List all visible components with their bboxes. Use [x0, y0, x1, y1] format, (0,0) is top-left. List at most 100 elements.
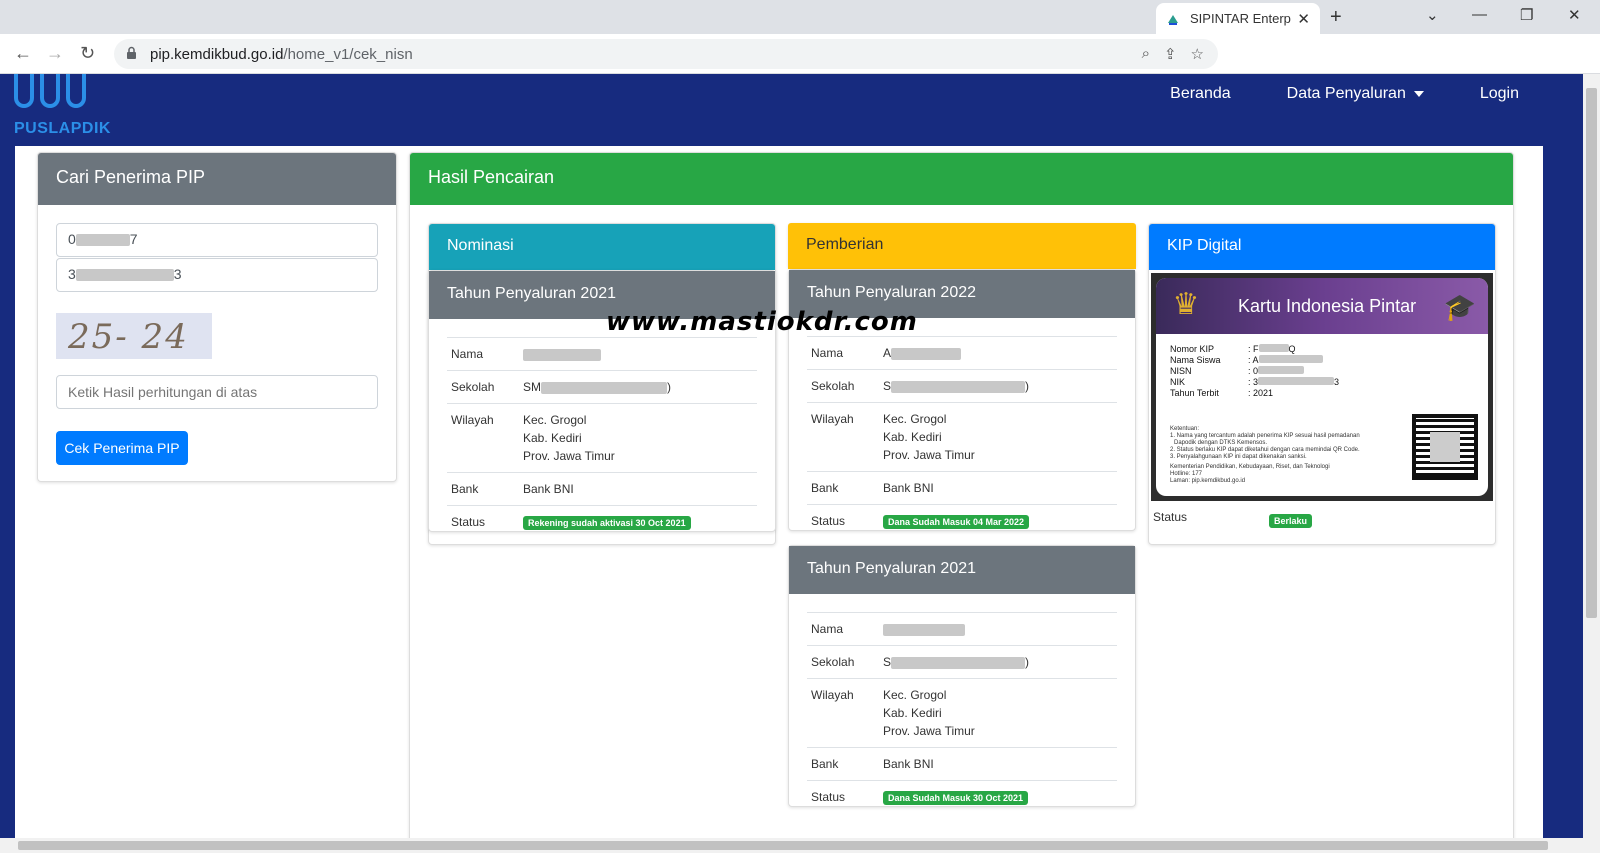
kip-value: : 0: [1248, 366, 1259, 376]
value-sekolah: S): [879, 369, 1117, 403]
kip-label: Tahun Terbit: [1170, 388, 1219, 398]
vertical-scrollbar[interactable]: [1583, 74, 1600, 838]
close-window-icon[interactable]: ✕: [1568, 6, 1581, 24]
label-status: Status: [807, 504, 879, 537]
sipintar-favicon-icon: [1166, 12, 1180, 26]
bookmark-star-icon[interactable]: ☆: [1191, 45, 1204, 63]
pemberian-2022-table: Nama A Sekolah S) Wilayah Kec. Grogol Kab. K…: [807, 336, 1117, 537]
kip-note: 3. Penyalahgunaan KIP ini dapat dikenaka…: [1170, 454, 1307, 460]
redacted-block: [1258, 366, 1305, 374]
cek-penerima-button[interactable]: Cek Penerima PIP: [56, 431, 188, 465]
sekolah-suffix: ): [1025, 655, 1030, 669]
pemberian-header: Pemberian: [788, 223, 1136, 269]
label-wilayah: Wilayah: [447, 403, 519, 473]
browser-tabstrip: SIPINTAR Enterpri ✕ + ⌄ — ❐ ✕: [0, 0, 1600, 34]
kip-note: 1. Nama yang tercantum adalah penerima K…: [1170, 433, 1360, 439]
table-row: Nama A: [807, 336, 1117, 370]
watermark-text: www.mastiokdr.com: [606, 307, 918, 337]
captcha-answer-input[interactable]: [56, 375, 378, 409]
nominasi-info-table: Nama Sekolah SM) Wilayah Kec. Grogol Kab. K…: [447, 337, 757, 538]
zoom-icon[interactable]: ⌕: [1142, 45, 1150, 63]
pemberian-2021-card: Tahun Penyaluran 2021 Nama Sekolah S) Wil…: [788, 545, 1136, 813]
sekolah-prefix: S: [883, 655, 892, 669]
captcha-image: 25- 24: [56, 313, 212, 359]
tab-search-icon[interactable]: ⌄: [1426, 6, 1439, 24]
nav-login[interactable]: Login: [1452, 84, 1583, 104]
table-row: Status Dana Sudah Masuk 30 Oct 2021: [807, 780, 1117, 813]
sekolah-suffix: ): [1025, 379, 1030, 393]
kip-value: : 3: [1248, 377, 1259, 387]
label-status: Status: [807, 780, 879, 813]
maximize-icon[interactable]: ❐: [1520, 6, 1533, 24]
wilayah-prov: Prov. Jawa Timur: [883, 724, 975, 738]
horizontal-scroll-thumb[interactable]: [18, 841, 1548, 850]
vertical-scroll-thumb[interactable]: [1586, 88, 1597, 618]
kip-label: NIK: [1170, 377, 1186, 387]
kip-row: Tahun Terbit : 2021: [1170, 388, 1339, 399]
kip-status-value: Berlaku: [1269, 511, 1313, 529]
reload-icon[interactable]: ↻: [80, 43, 95, 64]
nav-data-penyaluran-label: Data Penyaluran: [1286, 85, 1406, 102]
wilayah-prov: Prov. Jawa Timur: [523, 449, 615, 463]
value-wilayah: Kec. Grogol Kab. Kediri Prov. Jawa Timur: [519, 403, 757, 473]
puslapdik-logo[interactable]: PUSLAPDIK: [14, 74, 111, 140]
kip-note: Dapodik dengan DTKS Kemensos.: [1174, 440, 1268, 446]
nav-beranda[interactable]: Beranda: [1142, 84, 1259, 104]
nisn-suffix: 7: [129, 231, 138, 247]
horizontal-scrollbar[interactable]: [0, 838, 1600, 853]
kip-row: Nomor KIP: F Q: [1170, 344, 1339, 355]
value-status: Rekening sudah aktivasi 30 Oct 2021: [519, 505, 757, 538]
value-wilayah: Kec. Grogol Kab. Kediri Prov. Jawa Timur: [879, 402, 1117, 472]
page-viewport: PUSLAPDIK Beranda Data Penyaluran Login …: [0, 74, 1583, 838]
forward-icon[interactable]: →: [46, 43, 64, 64]
value-bank: Bank BNI: [879, 747, 1117, 781]
nominasi-header: Nominasi: [429, 224, 775, 270]
kip-note: Hotline: 177: [1170, 471, 1203, 477]
table-row: Sekolah S): [807, 645, 1117, 679]
browser-tab[interactable]: SIPINTAR Enterpri ✕: [1156, 3, 1320, 34]
redacted-block: [1258, 355, 1323, 363]
value-sekolah: SM): [519, 370, 757, 404]
main-menu: Beranda Data Penyaluran Login: [1142, 84, 1583, 104]
close-tab-icon[interactable]: ✕: [1297, 10, 1310, 28]
kip-row: Nama Siswa: A: [1170, 355, 1339, 366]
kip-value: : 2021: [1248, 388, 1274, 398]
nisn-input[interactable]: 07: [56, 223, 378, 257]
kip-row: NISN: 0: [1170, 366, 1339, 377]
redacted-block: [75, 234, 130, 247]
qr-code-icon: [1412, 414, 1478, 480]
back-icon[interactable]: ←: [14, 43, 32, 64]
nisn-prefix: 0: [68, 231, 76, 247]
redacted-block: [541, 381, 667, 394]
garuda-emblem-icon: ♛: [1172, 288, 1200, 321]
nik-input[interactable]: 33: [56, 258, 378, 292]
nominasi-card: Nominasi Tahun Penyaluran 2021 Nama Seko…: [428, 223, 776, 545]
table-row: Wilayah Kec. Grogol Kab. Kediri Prov. Jawa …: [447, 403, 757, 473]
nav-data-penyaluran[interactable]: Data Penyaluran: [1259, 84, 1452, 104]
table-row: Wilayah Kec. Grogol Kab. Kediri Prov. Jawa …: [807, 678, 1117, 748]
label-nama: Nama: [807, 612, 879, 646]
wilayah-kec: Kec. Grogol: [523, 413, 587, 427]
logo-mark-icon: [14, 74, 94, 110]
value-status: Dana Sudah Masuk 04 Mar 2022: [879, 504, 1117, 537]
wilayah-kec: Kec. Grogol: [883, 412, 947, 426]
label-bank: Bank: [447, 472, 519, 506]
address-bar[interactable]: pip.kemdikbud.go.id/home_v1/cek_nisn ⌕ ⇪…: [114, 39, 1218, 69]
table-row: Nama: [807, 612, 1117, 646]
redacted-block: [891, 347, 962, 360]
redacted-block: [891, 380, 1026, 393]
value-nama: [519, 337, 757, 371]
table-row: Wilayah Kec. Grogol Kab. Kediri Prov. Jawa …: [807, 402, 1117, 472]
table-row: Bank Bank BNI: [807, 747, 1117, 781]
label-sekolah: Sekolah: [807, 645, 879, 679]
new-tab-icon[interactable]: +: [1330, 6, 1342, 29]
main-content: Cari Penerima PIP 07 33 25- 24 Cek Pener…: [15, 146, 1543, 838]
kip-value: : F: [1248, 344, 1259, 354]
sekolah-suffix: ): [667, 380, 671, 394]
logo-text: PUSLAPDIK: [14, 120, 111, 137]
kip-header: KIP Digital: [1149, 224, 1495, 270]
share-icon[interactable]: ⇪: [1164, 45, 1177, 63]
status-badge: Dana Sudah Masuk 04 Mar 2022: [883, 515, 1030, 529]
minimize-icon[interactable]: —: [1472, 6, 1487, 23]
table-row: Sekolah SM): [447, 370, 757, 404]
